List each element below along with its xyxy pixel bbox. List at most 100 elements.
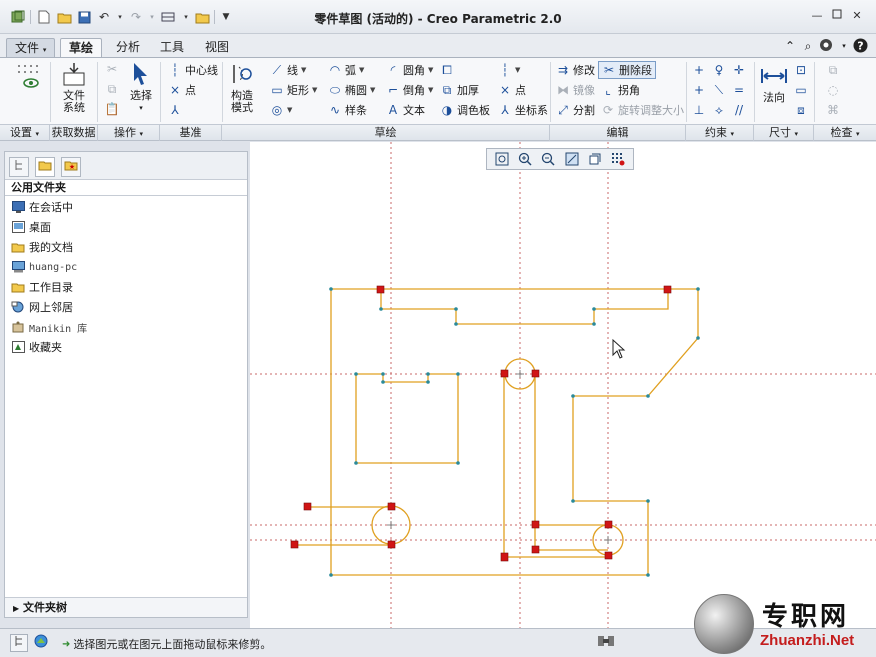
sketch-centerline-button[interactable]: ┆ ▼ [498, 61, 520, 79]
tangent-constraint-button[interactable]: ♀ [712, 61, 726, 79]
sketch-point-button[interactable]: × 点 [498, 81, 526, 99]
display-style-icon[interactable] [586, 150, 604, 168]
tab-view[interactable]: 视图 [197, 38, 237, 58]
sketcher-display-filter-icon[interactable] [609, 150, 627, 168]
selection-filter-icon[interactable] [594, 634, 618, 652]
construction-mode-button[interactable]: 构造 模式 [226, 60, 258, 114]
palette-button[interactable]: ◑ 调色板 [440, 101, 490, 119]
circle-button[interactable]: ◎ ▼ [270, 101, 293, 119]
overlap-geometry-button[interactable]: ⧉ [826, 61, 840, 79]
favorites-tab[interactable]: ★ [61, 157, 81, 177]
datum-point-button[interactable]: × 点 [168, 81, 196, 99]
equal-constraint-button[interactable]: = [732, 81, 746, 99]
sketch-geometry[interactable] [295, 288, 699, 576]
sketch-view-icon[interactable] [563, 150, 581, 168]
thicken-button[interactable]: ⧉ 加厚 [440, 81, 479, 99]
file-system-button[interactable]: 文件 系统 [58, 60, 90, 114]
group-inspect[interactable]: 检查 ▾ [814, 125, 876, 141]
tab-tools[interactable]: 工具 [152, 38, 192, 58]
browser-toggle-icon[interactable] [32, 634, 50, 652]
group-operations[interactable]: 操作 ▾ [98, 125, 160, 141]
grid-settings-button[interactable] [14, 62, 44, 92]
feature-requirements-button[interactable]: ⌘ [826, 101, 840, 119]
collapse-ribbon-icon[interactable]: ⌃ [782, 38, 798, 54]
spline-button[interactable]: ∿ 样条 [328, 101, 367, 119]
midpoint-constraint-button[interactable]: ✛ [732, 61, 746, 79]
group-settings[interactable]: 设置 ▾ [0, 125, 50, 141]
corner-button[interactable]: ⌞ 拐角 [601, 81, 640, 99]
arc-button[interactable]: ◠ 弧 ▼ [328, 61, 365, 79]
tab-analysis[interactable]: 分析 [108, 38, 148, 58]
parallel-icon: // [734, 103, 744, 117]
folder-item-computer[interactable]: huang-pc [11, 258, 77, 276]
copy-button[interactable]: ⧉ [105, 80, 119, 98]
fillet-button[interactable]: ◜ 圆角 ▼ [386, 61, 434, 79]
rectangle-button[interactable]: ▭ 矩形 ▼ [270, 81, 317, 99]
perimeter-button[interactable]: ⊡ [794, 61, 808, 79]
zoom-out-icon[interactable] [539, 150, 557, 168]
close-button[interactable]: ✕ [848, 8, 866, 24]
model-tree-tab[interactable] [9, 157, 29, 177]
vertical-constraint-button[interactable]: + [692, 61, 706, 79]
palette-icon: ◑ [441, 103, 453, 117]
divide-button[interactable]: ⤢ 分割 [556, 101, 595, 119]
paste-button[interactable]: 📋 [105, 100, 120, 118]
parallel-constraint-button[interactable]: // [732, 101, 746, 119]
normal-dimension-button[interactable]: 法向 [758, 62, 790, 104]
graphics-window[interactable] [250, 142, 876, 628]
folder-item-desktop[interactable]: 桌面 [11, 218, 51, 236]
delete-segment-button[interactable]: ✂ 删除段 [598, 61, 656, 79]
help-icon[interactable]: ? [852, 38, 868, 54]
folder-item-working-directory[interactable]: 工作目录 [11, 278, 73, 296]
folder-item-in-session[interactable]: 在会话中 [11, 198, 73, 216]
restore-button[interactable] [828, 8, 846, 24]
sketch-coordsys-button[interactable]: ⅄ 坐标系 [498, 101, 548, 119]
folder-item-favorites[interactable]: 收藏夹 [11, 338, 62, 356]
folder-item-manikin[interactable]: Manikin 库 [11, 318, 87, 336]
baseline-button[interactable]: ▭ [794, 81, 808, 99]
refit-icon[interactable] [493, 150, 511, 168]
rotate-resize-button[interactable]: ⟳ 旋转调整大小 [601, 101, 684, 119]
modify-button[interactable]: ⇉ 修改 [556, 61, 595, 79]
sketch-canvas[interactable] [250, 142, 876, 628]
folder-browser-tab[interactable] [35, 157, 55, 177]
tab-file[interactable]: 文件 ▾ [6, 38, 56, 58]
select-button[interactable]: 选择 ▾ [126, 60, 156, 114]
mirror-button[interactable]: ⧓ 镜像 [556, 81, 595, 99]
navigator-toggle-icon[interactable] [10, 634, 28, 652]
centerline-button[interactable]: ┆ 中心线 [168, 61, 218, 79]
modify-icon: ⇉ [557, 63, 569, 77]
navigator-tabs: ★ [5, 152, 247, 180]
group-dimension[interactable]: 尺寸 ▾ [754, 125, 814, 141]
message-arrow-icon: ➜ [62, 638, 71, 650]
perpendicular-constraint-button[interactable]: ⊥ [692, 101, 706, 119]
chamfer-button[interactable]: ⌐ 倒角 ▼ [386, 81, 433, 99]
midpoint-icon: ✛ [733, 63, 745, 77]
folder-tree-toggle[interactable]: ▶ 文件夹树 [5, 597, 247, 617]
folder-item-network[interactable]: 网上邻居 [11, 298, 73, 316]
tab-sketch[interactable]: 草绘 [60, 38, 103, 58]
symmetric-constraint-button[interactable]: ⟡ [712, 101, 726, 119]
zoom-in-icon[interactable] [516, 150, 534, 168]
reference-dim-button[interactable]: ⧈ [794, 101, 808, 119]
ellipse-button[interactable]: ⬭ 椭圆 ▼ [328, 81, 376, 99]
manikin-icon [11, 320, 25, 334]
cut-button[interactable]: ✂ [105, 60, 119, 78]
datum-coordsys-button[interactable]: ⅄ [168, 101, 182, 119]
highlight-open-ends-button[interactable]: ◌ [826, 81, 840, 99]
coincident-constraint-button[interactable]: ⟍ [712, 81, 726, 99]
delete-segment-icon: ✂ [603, 63, 615, 77]
community-icon[interactable] [818, 38, 834, 54]
line-button[interactable]: ⟋ 线 ▼ [270, 61, 307, 79]
text-button[interactable]: A 文本 [386, 101, 425, 119]
offset-button[interactable]: ⧠ [440, 61, 454, 79]
computer-icon [11, 260, 25, 274]
group-constraints[interactable]: 约束 ▾ [686, 125, 754, 141]
minimize-button[interactable]: — [808, 8, 826, 24]
point-x-icon: × [499, 83, 511, 97]
community-dropdown-icon[interactable]: ▾ [836, 38, 852, 54]
constraint-markers[interactable] [290, 285, 672, 562]
folder-item-my-documents[interactable]: 我的文档 [11, 238, 73, 256]
horizontal-constraint-button[interactable]: + [692, 81, 706, 99]
search-icon[interactable]: ⌕ [800, 38, 816, 54]
